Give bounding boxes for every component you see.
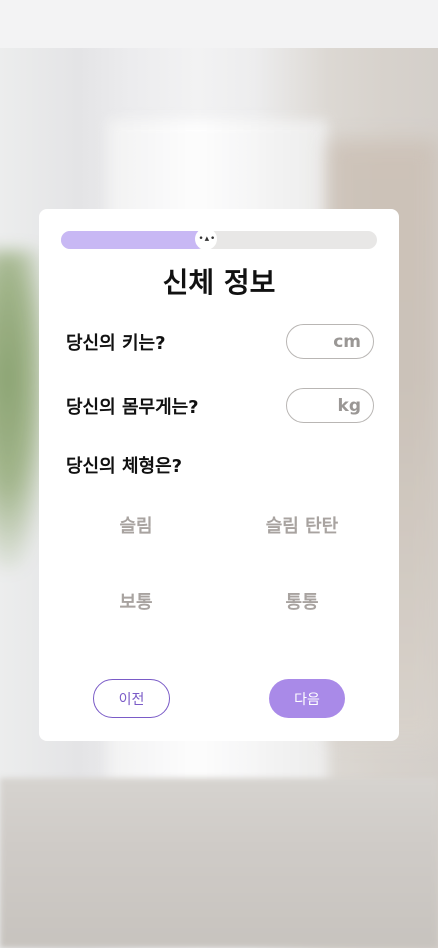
body-type-slim[interactable]: 슬림: [66, 512, 206, 538]
prev-button[interactable]: 이전: [93, 679, 170, 718]
progress-fill: [61, 231, 207, 249]
next-button[interactable]: 다음: [269, 679, 345, 718]
weight-unit: kg: [337, 395, 361, 416]
body-type-slim-toned[interactable]: 슬림 탄탄: [232, 512, 372, 538]
progress-bar: • ▴ •: [61, 228, 377, 250]
weight-input[interactable]: kg: [286, 388, 374, 423]
height-unit: cm: [333, 331, 361, 352]
page-title: 신체 정보: [162, 266, 276, 299]
body-type-chubby[interactable]: 통통: [232, 588, 372, 614]
height-question: 당신의 키는?: [66, 333, 166, 354]
body-type-average[interactable]: 보통: [66, 588, 206, 614]
weight-question: 당신의 몸무게는?: [66, 397, 199, 418]
body-type-question: 당신의 체형은?: [66, 456, 183, 477]
progress-knob-icon: • ▴ •: [195, 228, 218, 250]
height-input[interactable]: cm: [286, 324, 374, 359]
body-info-card: • ▴ • 신체 정보 당신의 키는? cm 당신의 몸무게는? kg 당신의 …: [39, 209, 399, 741]
